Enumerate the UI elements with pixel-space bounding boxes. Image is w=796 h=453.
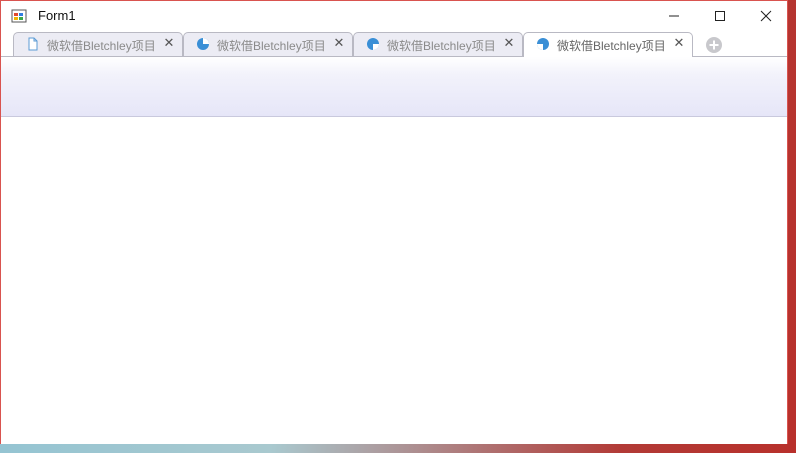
- loading-icon: [537, 38, 549, 50]
- document-icon: [28, 37, 38, 51]
- maximize-button[interactable]: [697, 1, 743, 31]
- close-button[interactable]: [743, 1, 789, 31]
- tab-label: 微软借Bletchley项目: [47, 39, 156, 53]
- tab-2[interactable]: 微软借Bletchley项目 ✕: [183, 32, 353, 56]
- loading-icon: [197, 38, 209, 50]
- toolbar-panel: [1, 57, 787, 117]
- add-tab-icon[interactable]: [705, 36, 723, 54]
- tab-label: 微软借Bletchley项目: [557, 39, 666, 53]
- tab-3[interactable]: 微软借Bletchley项目 ✕: [353, 32, 523, 56]
- minimize-icon: [669, 15, 679, 17]
- minimize-button[interactable]: [651, 1, 697, 31]
- maximize-icon: [715, 11, 725, 21]
- window-title: Form1: [38, 8, 76, 23]
- close-icon: [760, 10, 772, 22]
- tab-close-button[interactable]: ✕: [502, 36, 516, 52]
- tab-strip: 微软借Bletchley项目 ✕ 微软借Bletchley项目 ✕ 微软借Ble…: [1, 31, 787, 57]
- content-area: [1, 117, 787, 444]
- tab-4-active[interactable]: 微软借Bletchley项目 ✕: [523, 32, 693, 57]
- tab-close-button[interactable]: ✕: [332, 36, 346, 52]
- main-window: Form1 微软借Bletchley项目 ✕ 微软借Bletchley项目 ✕ …: [0, 0, 788, 444]
- tab-label: 微软借Bletchley项目: [217, 39, 326, 53]
- tab-close-button[interactable]: ✕: [162, 36, 176, 52]
- tab-close-button[interactable]: ✕: [672, 36, 686, 52]
- tab-1[interactable]: 微软借Bletchley项目 ✕: [13, 32, 183, 56]
- loading-icon: [367, 38, 379, 50]
- tab-label: 微软借Bletchley项目: [387, 39, 496, 53]
- title-bar[interactable]: Form1: [1, 1, 787, 31]
- app-icon: [11, 9, 27, 23]
